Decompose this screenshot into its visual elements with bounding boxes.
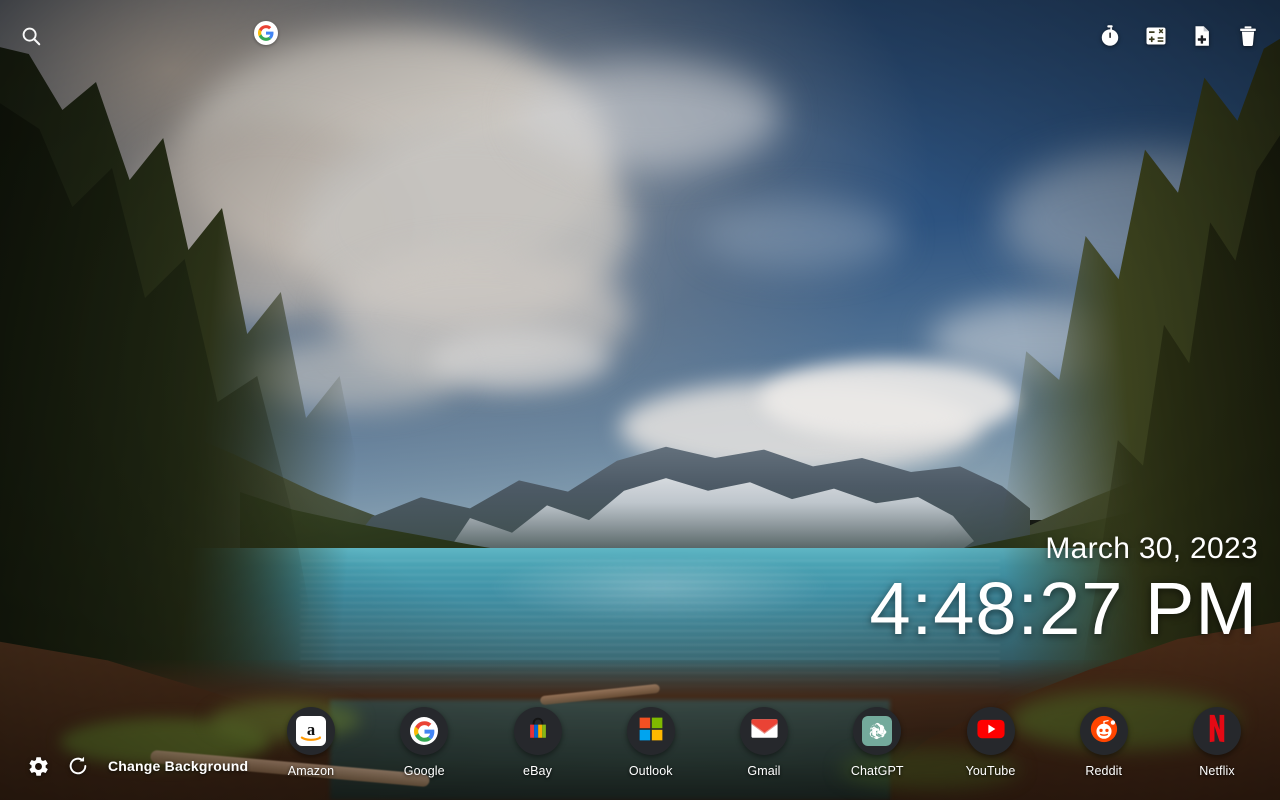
google-g-icon[interactable] [254,21,278,45]
vignette [0,0,1280,800]
stopwatch-icon[interactable] [1096,22,1124,50]
shortcut-icon-circle [853,707,902,755]
trash-icon[interactable] [1234,22,1262,50]
shortcut-netflix[interactable]: Netflix [1174,707,1260,778]
shortcut-label: Google [403,764,445,778]
clock-time: 4:48:27 PM [869,567,1258,650]
shortcut-label: Amazon [287,764,335,778]
refresh-icon[interactable] [66,754,90,778]
search-bar[interactable] [17,21,283,56]
shortcut-ebay[interactable]: eBay [495,707,581,778]
wallpaper [0,0,1280,800]
netflix-icon [1206,714,1228,748]
shortcut-label: ChatGPT [850,764,904,778]
shortcut-google[interactable]: Google [381,707,467,778]
shortcut-outlook[interactable]: Outlook [608,707,694,778]
shortcut-amazon[interactable]: a Amazon [268,707,354,778]
note-add-icon[interactable] [1188,22,1216,50]
shortcut-label: Reddit [1085,764,1123,778]
gear-icon[interactable] [26,754,50,778]
shortcut-youtube[interactable]: YouTube [948,707,1034,778]
shortcut-icon-circle [966,707,1015,755]
shortcut-label: eBay [523,764,552,778]
shortcut-label: Netflix [1199,764,1235,778]
change-background-button[interactable]: Change Background [108,758,248,774]
new-tab-page: March 30, 2023 4:48:27 PM Change Backgro… [0,0,1280,800]
ebay-icon [524,715,552,748]
shortcut-icon-circle [513,707,562,755]
gmail-icon [750,718,778,744]
shortcut-icon-circle: a [287,707,335,755]
shortcut-icon-circle [1193,707,1241,755]
shortcut-icon-circle [1079,707,1128,755]
clock-date: March 30, 2023 [1045,532,1258,565]
shortcut-reddit[interactable]: Reddit [1061,707,1147,778]
shortcut-label: Gmail [747,764,781,778]
calculator-icon[interactable] [1142,22,1170,50]
chatgpt-icon [862,716,893,746]
shortcut-label: YouTube [965,764,1016,778]
shortcut-label: Outlook [628,764,673,778]
search-icon [20,25,42,47]
shortcut-icon-circle [626,707,675,755]
tool-bar [1096,22,1262,50]
search-input[interactable] [51,22,251,50]
amazon-icon: a [296,716,326,746]
shortcuts-dock: a Amazon Google eBay Outlook Gmail ChatG… [268,707,1260,778]
shortcut-gmail[interactable]: Gmail [721,707,807,778]
clock-widget: March 30, 2023 4:48:27 PM [870,534,1258,648]
shortcut-chatgpt[interactable]: ChatGPT [834,707,920,778]
outlook-icon [638,716,664,747]
reddit-icon [1090,715,1118,748]
shortcut-icon-circle [740,707,788,755]
shortcut-icon-circle [400,707,449,755]
youtube-icon [976,719,1005,744]
google-icon [410,717,439,745]
bottom-left-controls: Change Background [26,754,248,778]
svg-text:a: a [307,720,316,739]
